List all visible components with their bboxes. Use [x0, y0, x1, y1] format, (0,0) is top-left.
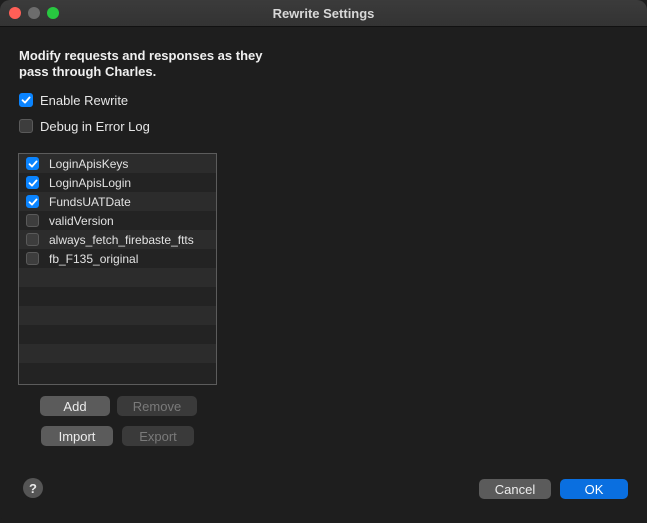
checkbox-checked-icon[interactable]: [26, 195, 39, 208]
list-item[interactable]: LoginApisLogin: [19, 173, 216, 192]
list-item[interactable]: validVersion: [19, 211, 216, 230]
list-item[interactable]: [19, 363, 216, 382]
remove-button[interactable]: Remove: [117, 396, 197, 416]
title-bar[interactable]: Rewrite Settings: [0, 0, 647, 27]
rule-label: FundsUATDate: [49, 194, 131, 209]
export-button[interactable]: Export: [122, 426, 194, 446]
checkbox-unchecked-icon[interactable]: [26, 214, 39, 227]
list-item[interactable]: fb_F135_original: [19, 249, 216, 268]
checkbox-unchecked-icon[interactable]: [26, 252, 39, 265]
rewrite-rules-list[interactable]: LoginApisKeys LoginApisLogin FundsUATDate v…: [18, 153, 217, 385]
checkbox-checked-icon[interactable]: [19, 93, 33, 107]
list-item[interactable]: always_fetch_firebaste_ftts: [19, 230, 216, 249]
description-text: Modify requests and responses as they pa…: [19, 48, 263, 79]
debug-error-log-checkbox[interactable]: Debug in Error Log: [19, 118, 150, 134]
debug-error-log-label: Debug in Error Log: [40, 118, 150, 134]
list-item[interactable]: [19, 325, 216, 344]
checkbox-checked-icon[interactable]: [26, 157, 39, 170]
ok-button[interactable]: OK: [560, 479, 628, 499]
help-icon[interactable]: ?: [23, 478, 43, 498]
list-item[interactable]: [19, 344, 216, 363]
list-item[interactable]: [19, 268, 216, 287]
import-button[interactable]: Import: [41, 426, 113, 446]
checkbox-checked-icon[interactable]: [26, 176, 39, 189]
list-item[interactable]: [19, 287, 216, 306]
rule-label: always_fetch_firebaste_ftts: [49, 232, 194, 247]
rewrite-settings-window: Rewrite Settings Modify requests and res…: [0, 0, 647, 523]
list-item[interactable]: [19, 306, 216, 325]
rule-label: fb_F135_original: [49, 251, 139, 266]
rule-label: validVersion: [49, 213, 114, 228]
list-item[interactable]: FundsUATDate: [19, 192, 216, 211]
enable-rewrite-label: Enable Rewrite: [40, 92, 129, 108]
checkbox-unchecked-icon[interactable]: [26, 233, 39, 246]
window-title: Rewrite Settings: [272, 6, 375, 21]
list-item[interactable]: LoginApisKeys: [19, 154, 216, 173]
checkbox-unchecked-icon[interactable]: [19, 119, 33, 133]
rule-label: LoginApisLogin: [49, 175, 132, 190]
cancel-button[interactable]: Cancel: [479, 479, 551, 499]
add-button[interactable]: Add: [40, 396, 110, 416]
enable-rewrite-checkbox[interactable]: Enable Rewrite: [19, 92, 128, 108]
rule-label: LoginApisKeys: [49, 156, 129, 171]
